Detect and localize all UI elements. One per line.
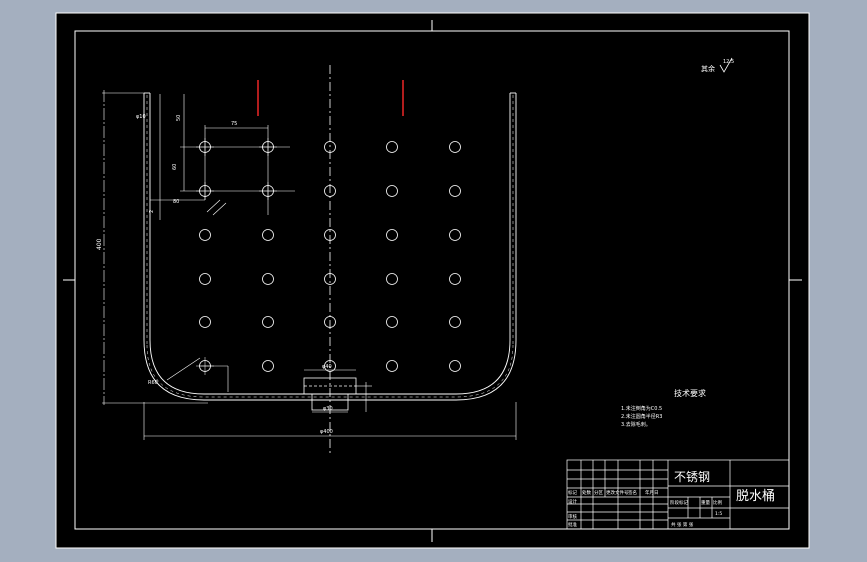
roughness-note-label: 其余 (701, 64, 715, 73)
tb-scale-value: 1:5 (715, 511, 722, 517)
tb-count: 处数 (582, 489, 591, 496)
tb-weight: 重量 (701, 499, 710, 506)
engineering-drawing: 其余 12.5 75 60 50 80 400 2 R60 φ10 φ40 φ3… (55, 12, 810, 549)
tech-req-item-2: 2.未注圆角半径R3 (621, 413, 662, 420)
dim-hole-dia: φ10 (136, 114, 146, 120)
tb-change-doc: 更改文件号 (606, 489, 629, 496)
dim-hole-offset-h: 80 (173, 199, 179, 205)
tb-scale-label: 比例 (713, 499, 722, 506)
tb-zone: 分区 (594, 489, 603, 496)
tb-sheet: 共 张 第 张 (671, 521, 694, 528)
dim-hole-pitch-h: 75 (231, 121, 237, 127)
dim-bottom-hole-top: φ40 (322, 364, 332, 370)
tb-designer: 设计 (568, 498, 577, 505)
dim-wall-thickness: 2 (149, 210, 155, 213)
dim-hole-pitch-v: 60 (172, 164, 178, 170)
dim-hole-offset-v: 50 (176, 115, 182, 121)
dim-corner-radius: R60 (148, 380, 158, 386)
tb-approve: 批准 (568, 521, 577, 528)
drawing-sheet (55, 12, 810, 549)
dim-bottom-hole-bottom: φ30 (323, 406, 333, 412)
tech-req-item-3: 3.去除毛刺。 (621, 421, 651, 428)
tech-req-item-1: 1.未注倒角为C0.5 (621, 405, 662, 412)
tb-stage: 阶段标记 (670, 499, 688, 506)
drawing-title: 脱水桶 (736, 489, 775, 504)
tb-reviewer: 审核 (568, 513, 577, 520)
material-label: 不锈钢 (674, 470, 710, 484)
cad-viewport[interactable]: 其余 12.5 75 60 50 80 400 2 R60 φ10 φ40 φ3… (0, 0, 867, 562)
dim-body-height: 400 (96, 238, 103, 250)
tb-mark: 标记 (568, 489, 577, 496)
tech-req-heading: 技术要求 (674, 388, 706, 398)
tb-signature: 签名 (628, 489, 637, 496)
dim-overall-width: φ400 (320, 429, 333, 435)
tb-date: 年月日 (645, 489, 659, 496)
